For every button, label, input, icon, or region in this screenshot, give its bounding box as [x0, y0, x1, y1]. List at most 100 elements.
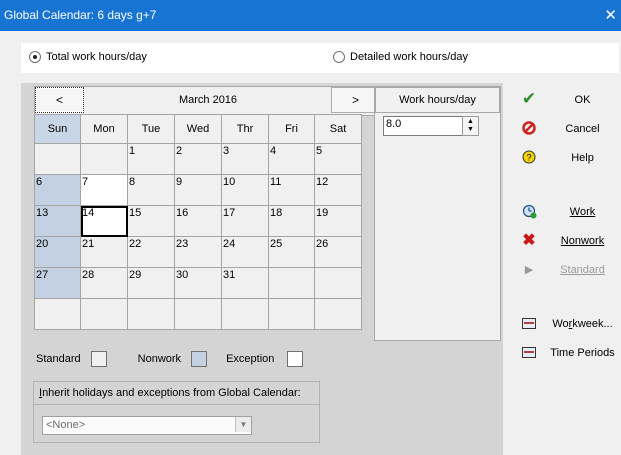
- work-label: Work: [569, 206, 596, 218]
- calendar-day-cell[interactable]: 1: [127, 143, 175, 175]
- day-number: 18: [270, 207, 283, 219]
- calendar-day-cell[interactable]: 20: [34, 236, 81, 268]
- work-hours-panel: Work hours/day 8.0 ▲ ▼: [374, 86, 501, 341]
- day-number: 15: [129, 207, 142, 219]
- detailed-hours-label: Detailed work hours/day: [350, 51, 469, 63]
- calendar-day-cell[interactable]: 23: [174, 236, 222, 268]
- day-number: 4: [270, 145, 277, 157]
- calendar-day-cell[interactable]: 12: [314, 174, 362, 206]
- legend-exception-label: Exception: [226, 353, 275, 365]
- day-number: 30: [176, 269, 189, 281]
- calendar-day-cell[interactable]: 16: [174, 205, 222, 237]
- day-number: 2: [176, 145, 183, 157]
- day-number: 7: [82, 176, 89, 188]
- day-number: 27: [36, 269, 49, 281]
- calendar-week-row: 1 2 3 4 5: [34, 143, 362, 175]
- spin-up-icon[interactable]: ▲: [467, 118, 474, 126]
- radio-selected-icon: [29, 51, 41, 63]
- calendar-day-cell[interactable]: 15: [127, 205, 175, 237]
- calendar-day-cell[interactable]: 30: [174, 267, 222, 299]
- work-button[interactable]: Work: [520, 199, 621, 225]
- legend-nonwork-label: Nonwork: [137, 353, 182, 365]
- radio-unselected-icon: [333, 51, 345, 63]
- calendar-day-cell[interactable]: 21: [80, 236, 128, 268]
- calendar-day-cell[interactable]: 7: [80, 174, 128, 206]
- calendar-day-cell[interactable]: 25: [268, 236, 315, 268]
- day-number: 13: [36, 207, 49, 219]
- calendar-day-cell[interactable]: 6: [34, 174, 81, 206]
- day-number: 8: [129, 176, 136, 188]
- total-hours-label: Total work hours/day: [46, 51, 147, 63]
- calendar-day-cell[interactable]: 4: [268, 143, 315, 175]
- calendar-empty-cell: [268, 267, 315, 299]
- svg-text:?: ?: [526, 153, 531, 163]
- calendar-day-cell[interactable]: 3: [221, 143, 269, 175]
- standard-button[interactable]: ▶ Standard: [520, 257, 621, 283]
- calendar-day-cell[interactable]: 14: [80, 205, 128, 237]
- ok-label: OK: [574, 94, 591, 106]
- calendar-day-cell[interactable]: 24: [221, 236, 269, 268]
- legend-exception-swatch: [287, 351, 304, 367]
- cancel-label: Cancel: [565, 123, 600, 135]
- work-hours-title: Work hours/day: [375, 87, 500, 113]
- calendar-day-cell[interactable]: 9: [174, 174, 222, 206]
- day-number: [222, 299, 268, 301]
- calendar-day-cell[interactable]: 31: [221, 267, 269, 299]
- calendar-day-cell[interactable]: 26: [314, 236, 362, 268]
- weekday-header: Wed: [174, 114, 222, 144]
- calendar-empty-cell: [34, 143, 81, 175]
- prev-month-button[interactable]: <: [35, 87, 84, 113]
- workweek-label: Workweek...: [552, 318, 613, 330]
- day-number: [175, 299, 221, 301]
- work-hours-spinner[interactable]: ▲ ▼: [462, 116, 479, 136]
- legend-standard-label: Standard: [36, 353, 81, 365]
- day-number: [315, 268, 361, 270]
- calendar-day-cell[interactable]: 13: [34, 205, 81, 237]
- calendar-day-cell[interactable]: 11: [268, 174, 315, 206]
- calendar-empty-cell: [80, 143, 128, 175]
- calendar-day-cell[interactable]: 22: [127, 236, 175, 268]
- calendar-day-cell[interactable]: 17: [221, 205, 269, 237]
- day-number: [128, 299, 174, 301]
- time-periods-button[interactable]: Time Periods: [520, 340, 621, 366]
- time-periods-label: Time Periods: [550, 347, 615, 359]
- calendar-empty-cell: [174, 298, 222, 330]
- weekday-header: Tue: [127, 114, 175, 144]
- day-number: 3: [223, 145, 230, 157]
- ok-button[interactable]: ✔ OK: [520, 87, 621, 113]
- nonwork-label: Nonwork: [560, 235, 605, 247]
- nonwork-x-icon: ✖: [522, 232, 536, 249]
- total-hours-radio[interactable]: Total work hours/day: [29, 51, 147, 63]
- calendar-day-cell[interactable]: 5: [314, 143, 362, 175]
- calendar-day-cell[interactable]: 2: [174, 143, 222, 175]
- dropdown-arrow-icon[interactable]: ▼: [235, 417, 251, 432]
- day-number: 10: [223, 176, 236, 188]
- next-month-button[interactable]: >: [331, 87, 380, 113]
- inherit-group: Inherit holidays and exceptions from Glo…: [33, 381, 320, 443]
- calendar-day-cell[interactable]: 18: [268, 205, 315, 237]
- calendar-empty-cell: [34, 298, 81, 330]
- weekday-header: Sat: [314, 114, 362, 144]
- play-icon: ▶: [524, 263, 534, 276]
- help-button[interactable]: ? Help: [520, 145, 621, 171]
- close-icon[interactable]: ✕: [604, 6, 617, 24]
- help-icon: ?: [520, 148, 538, 166]
- cancel-button[interactable]: Cancel: [520, 116, 621, 142]
- calendar-day-cell[interactable]: 10: [221, 174, 269, 206]
- work-clock-icon: [520, 202, 538, 220]
- legend-standard-swatch: [90, 351, 107, 367]
- calendar-day-cell[interactable]: 19: [314, 205, 362, 237]
- calendar-day-cell[interactable]: 29: [127, 267, 175, 299]
- inherit-calendar-select[interactable]: <None> ▼: [42, 416, 252, 435]
- title-bar: Global Calendar: 6 days g+7 ✕: [0, 0, 621, 31]
- calendar-day-cell[interactable]: 27: [34, 267, 81, 299]
- work-hours-input[interactable]: 8.0: [383, 116, 464, 136]
- calendar-day-cell[interactable]: 28: [80, 267, 128, 299]
- nonwork-button[interactable]: ✖ Nonwork: [520, 228, 621, 254]
- workweek-button[interactable]: Workweek...: [520, 311, 621, 337]
- calendar-day-cell[interactable]: 8: [127, 174, 175, 206]
- calendar-week-row: [34, 298, 362, 330]
- detailed-hours-radio[interactable]: Detailed work hours/day: [333, 51, 468, 63]
- spin-down-icon[interactable]: ▼: [467, 126, 474, 134]
- calendar-grid: Sun Mon Tue Wed Thr Fri Sat 1 2 3 4 5 6 7 8 9 10 11 12 13 1…: [34, 114, 362, 330]
